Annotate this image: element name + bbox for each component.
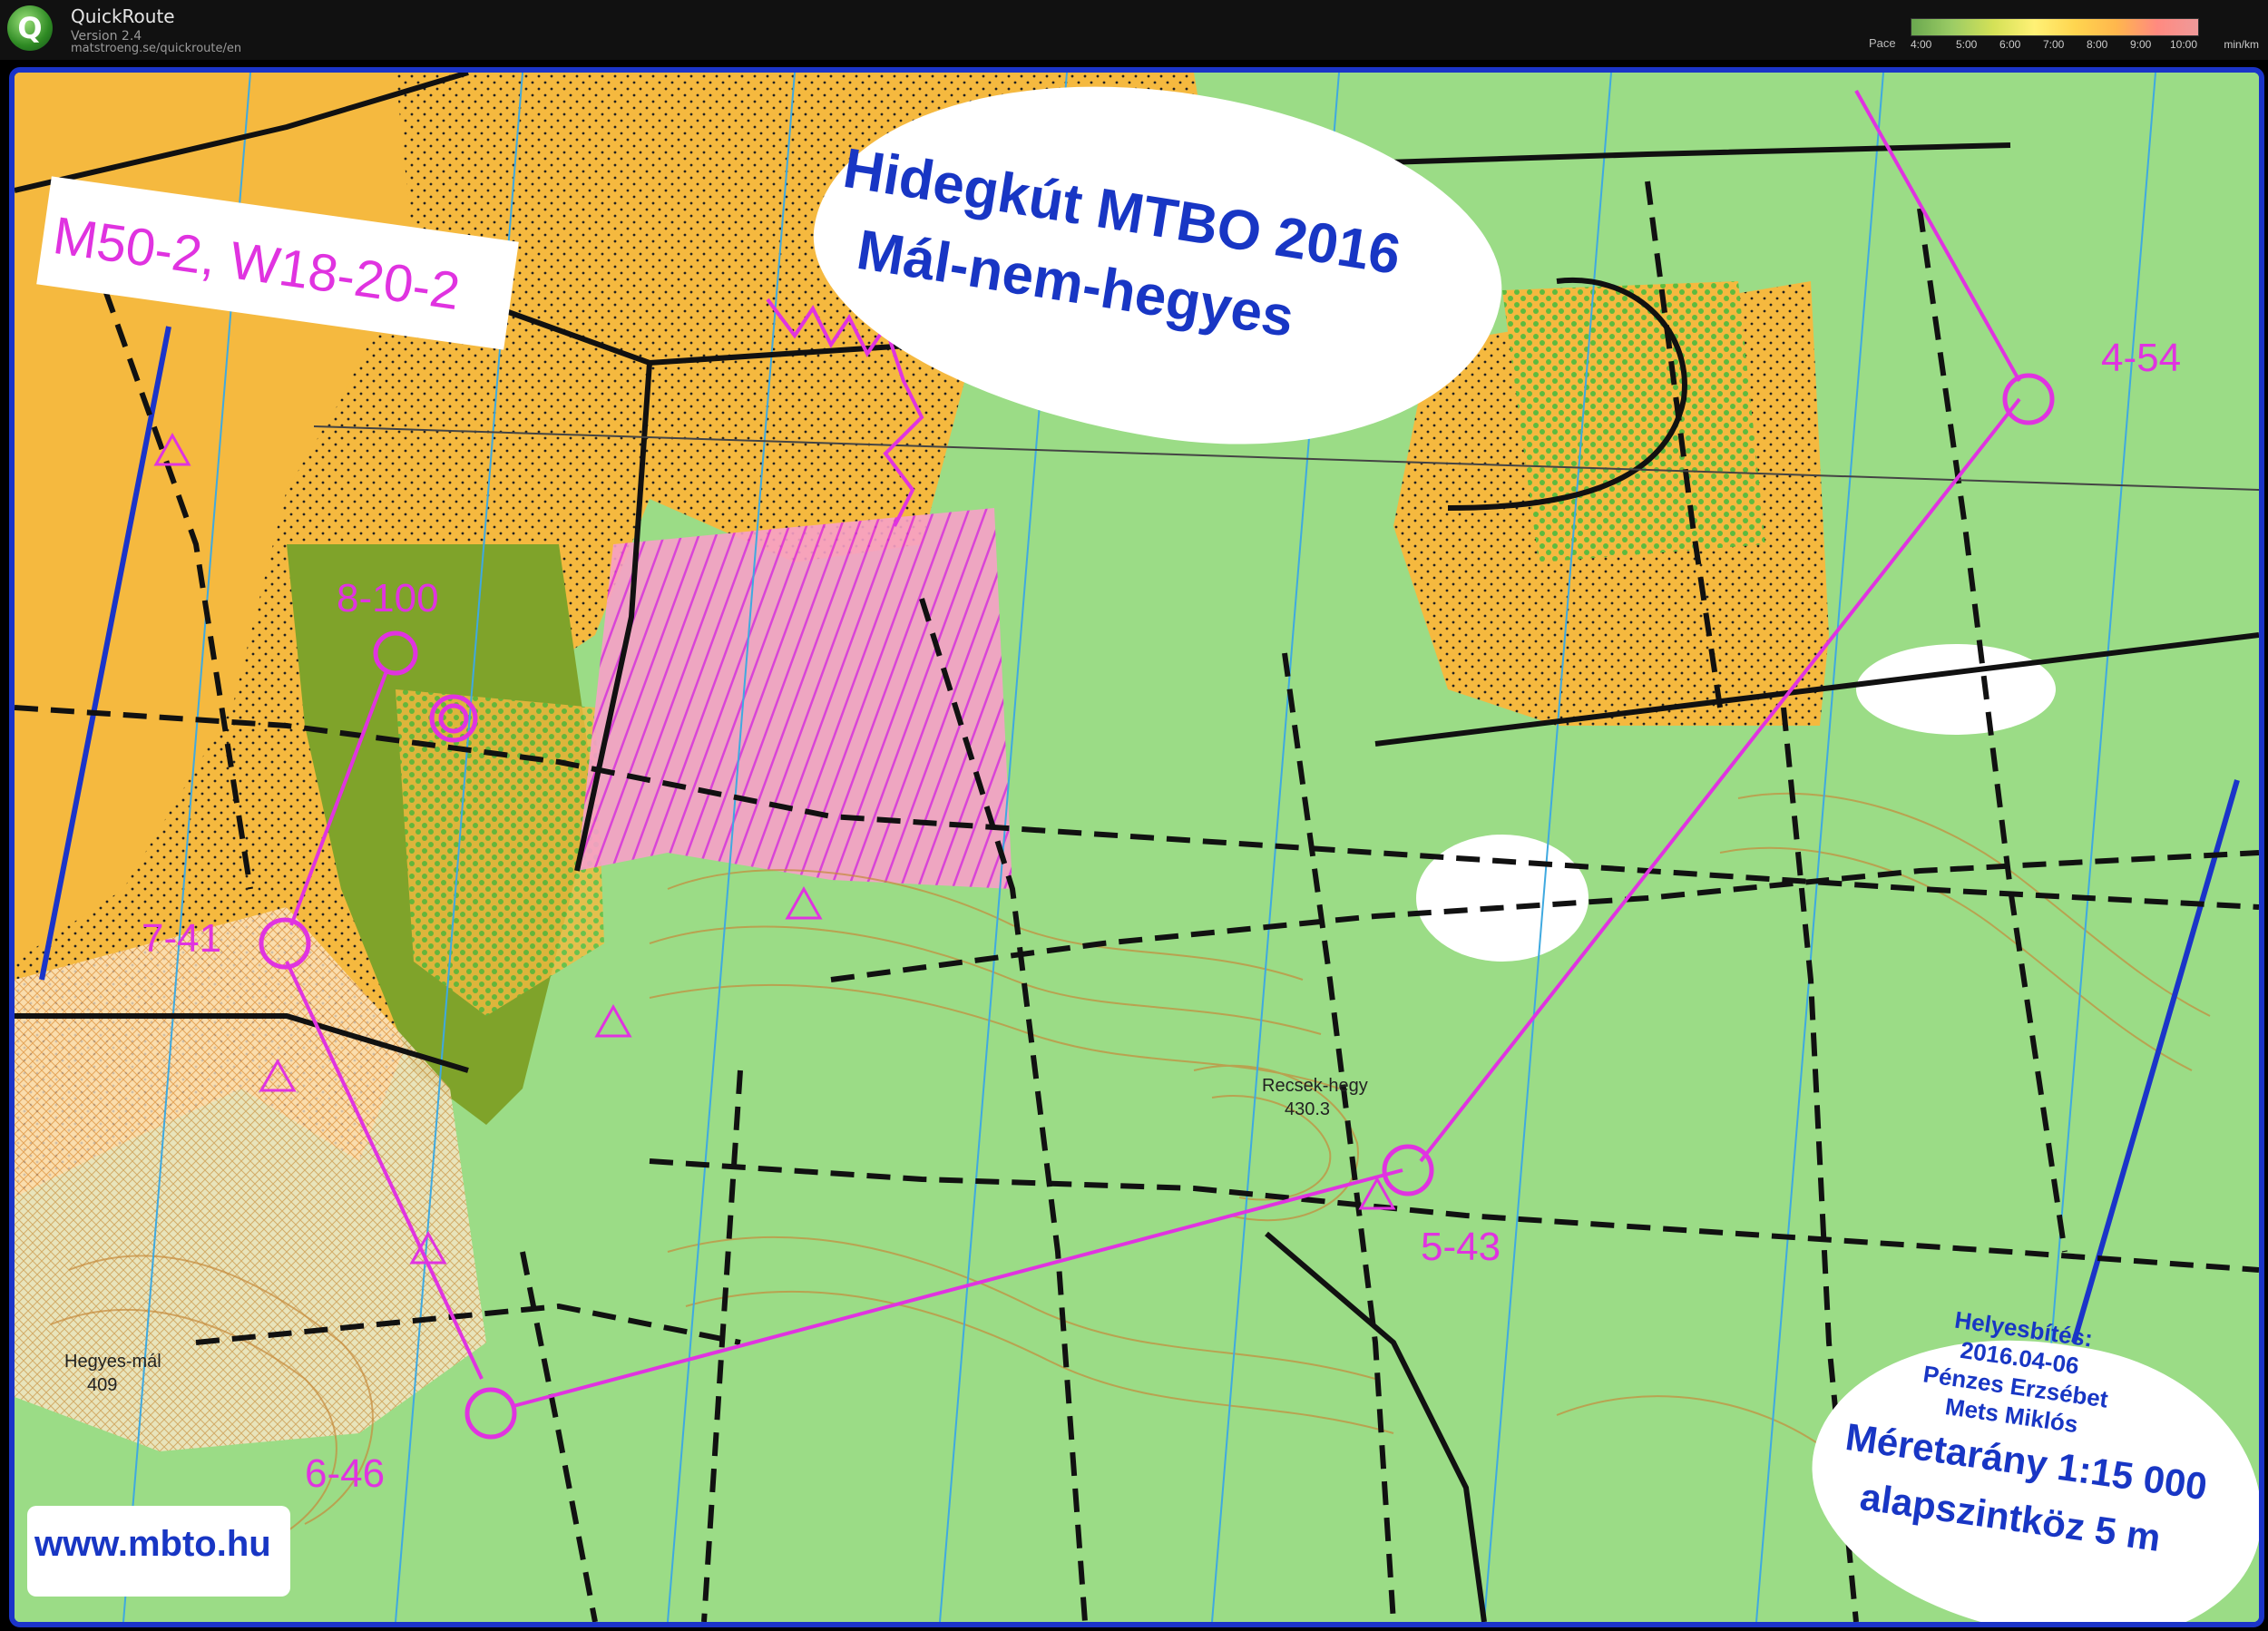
- pace-tick: 9:00: [2130, 38, 2152, 51]
- app-name: QuickRoute: [71, 5, 175, 27]
- green-dotted-area: [1502, 281, 1765, 562]
- clearing: [1856, 644, 2056, 735]
- pace-tick: 10:00: [2170, 38, 2198, 51]
- place-name: Hegyes-mál: [64, 1352, 161, 1372]
- control-label-8: 8-100: [337, 576, 439, 620]
- control-label-4: 4-54: [2101, 336, 2182, 380]
- pace-tick: 7:00: [2043, 38, 2065, 51]
- control-label-5: 5-43: [1421, 1225, 1501, 1269]
- place-elevation: 430.3: [1285, 1099, 1331, 1119]
- quickroute-logo-icon: Q: [7, 5, 53, 51]
- pace-tick: 5:00: [1956, 38, 1978, 51]
- pace-tick: 6:00: [1999, 38, 2021, 51]
- place-name: Recsek-hegy: [1262, 1076, 1368, 1096]
- title-bar: Q QuickRoute Version 2.4 matstroeng.se/q…: [0, 0, 2268, 60]
- clearing: [1416, 835, 1589, 962]
- place-elevation: 409: [87, 1375, 118, 1395]
- forbidden-area: [577, 508, 1012, 889]
- pace-unit: min/km: [2224, 38, 2259, 51]
- pace-legend: Pace 4:00 5:00 6:00 7:00 8:00 9:00 10:00…: [1869, 5, 2259, 54]
- pace-color-scale: [1911, 18, 2199, 36]
- pace-tick: 8:00: [2087, 38, 2108, 51]
- pace-label: Pace: [1869, 36, 1896, 50]
- pace-tick: 4:00: [1911, 38, 1932, 51]
- website-label[interactable]: www.mbto.hu: [34, 1524, 271, 1565]
- app-url[interactable]: matstroeng.se/quickroute/en: [71, 42, 241, 55]
- map-view[interactable]: Hidegkút MTBO 2016 Mál-nem-hegyes M50-2,…: [9, 67, 2264, 1627]
- control-label-7: 7-41: [142, 916, 222, 961]
- control-label-6: 6-46: [305, 1451, 386, 1496]
